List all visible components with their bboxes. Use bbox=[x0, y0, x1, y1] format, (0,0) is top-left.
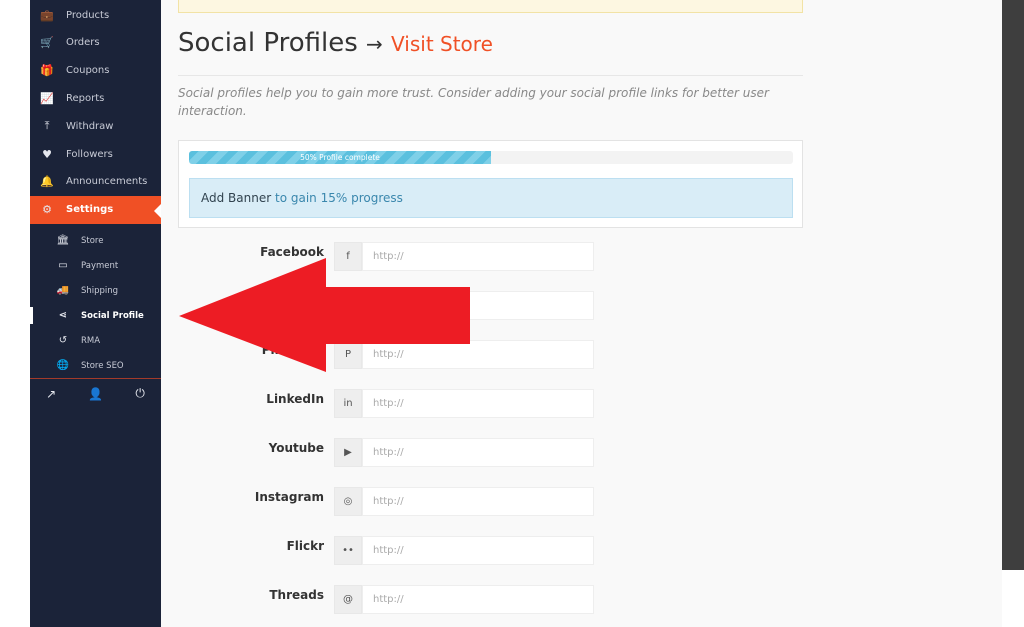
red-arrow-shape bbox=[179, 258, 470, 372]
annotation-arrow bbox=[179, 258, 470, 372]
